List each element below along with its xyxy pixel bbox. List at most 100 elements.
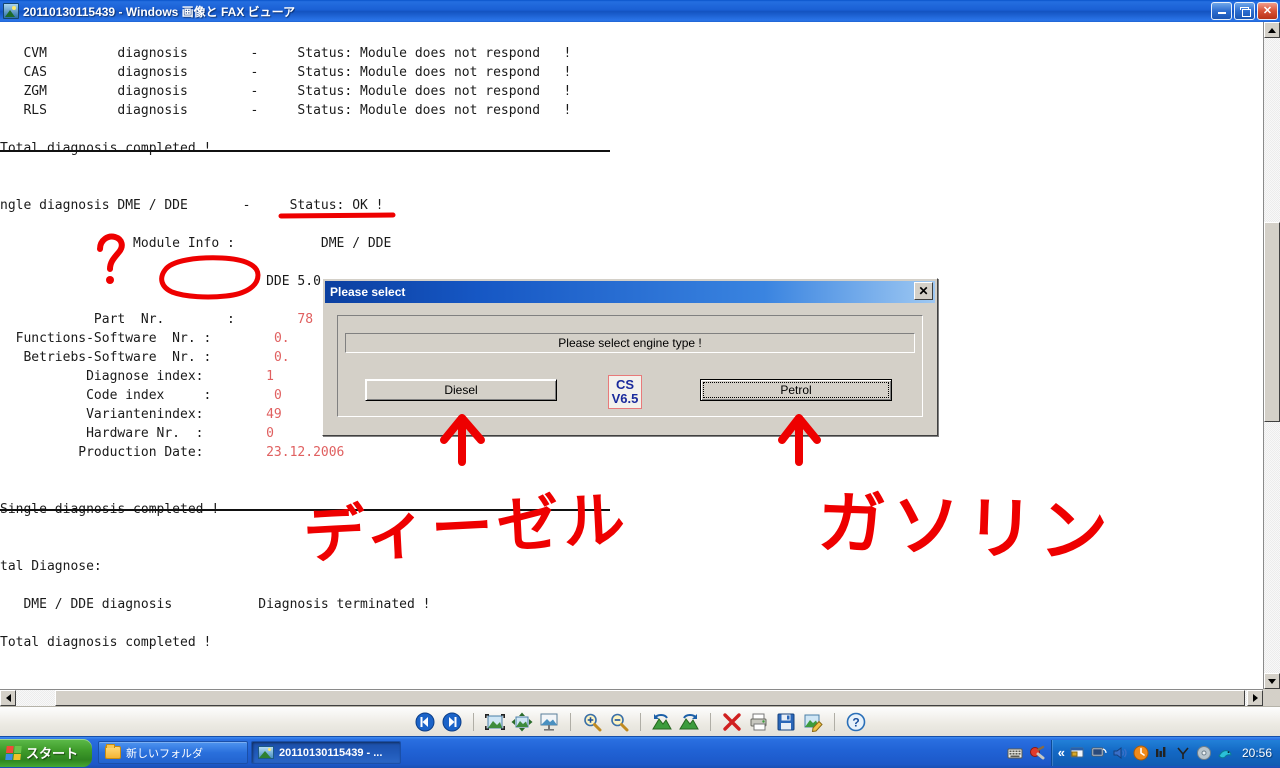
zoom-in-button[interactable] — [580, 710, 604, 734]
cs-logo-line2: V6.5 — [611, 391, 639, 406]
report-line: Total diagnosis completed ! — [0, 141, 212, 156]
report-value: 49 — [266, 407, 282, 422]
rotate-counterclockwise-button[interactable] — [650, 710, 674, 734]
report-line — [0, 158, 571, 177]
report-line — [0, 576, 571, 595]
best-fit-button[interactable] — [483, 710, 507, 734]
actual-size-button[interactable] — [510, 710, 534, 734]
please-select-dialog: Please select ✕ Please select engine typ… — [322, 278, 938, 436]
taskbar-item-folder[interactable]: 新しいフォルダ — [98, 741, 249, 764]
dialog-close-icon[interactable]: ✕ — [914, 282, 933, 300]
horizontal-scroll-thumb[interactable] — [55, 690, 1245, 706]
toolbar-separator — [569, 712, 571, 731]
start-button[interactable]: スタート — [0, 738, 93, 767]
restore-button[interactable] — [1234, 2, 1255, 20]
report-line: CAS diagnosis - Status: Module does not … — [0, 65, 572, 80]
next-image-button[interactable] — [440, 710, 464, 734]
close-button[interactable]: ✕ — [1257, 2, 1278, 20]
disc-icon[interactable] — [1196, 745, 1212, 761]
focus-ring — [703, 382, 889, 398]
report-value: 1 — [266, 369, 274, 384]
diesel-button-label: Diesel — [444, 383, 478, 397]
scroll-left-button[interactable] — [0, 690, 16, 706]
previous-image-button[interactable] — [413, 710, 437, 734]
scroll-down-button[interactable] — [1264, 673, 1280, 689]
dialog-title-bar[interactable]: Please select ✕ — [325, 281, 935, 303]
delete-button[interactable] — [720, 710, 744, 734]
diesel-japanese-annotation: ディーゼル — [301, 482, 631, 573]
tray-expand-button[interactable]: « — [1058, 745, 1065, 760]
report-line: Production Date: 23.12.2006 — [0, 445, 345, 460]
svg-text:?: ? — [852, 715, 859, 729]
report-line: RLS diagnosis - Status: Module does not … — [0, 103, 572, 118]
report-value: 78 — [297, 312, 314, 327]
print-button[interactable] — [747, 710, 771, 734]
viewer-toolbar: ? — [0, 706, 1280, 736]
edit-image-button[interactable] — [801, 710, 825, 734]
save-as-button[interactable] — [774, 710, 798, 734]
report-line: Module Info : DME / DDE — [0, 236, 392, 251]
toolbar-separator — [472, 712, 474, 731]
horizontal-scrollbar[interactable] — [0, 689, 1263, 706]
start-button-label: スタート — [26, 746, 79, 761]
report-value: 0. — [273, 350, 290, 365]
petrol-button[interactable]: Petrol — [700, 379, 892, 401]
windows-flag-icon — [5, 745, 22, 760]
tray-quick-icons — [1007, 745, 1051, 761]
report-line: ngle diagnosis DME / DDE - Status: OK ! — [0, 198, 384, 213]
folder-icon — [105, 744, 122, 759]
vertical-scrollbar[interactable] — [1263, 22, 1280, 689]
dialog-title: Please select — [330, 285, 406, 299]
picture-and-fax-viewer-window: 20110130115439 - Windows 画像と FAX ビューア ✕ … — [0, 0, 1280, 736]
report-divider-top — [0, 150, 610, 152]
ime-tool-icon[interactable] — [1029, 745, 1045, 761]
picture-icon — [258, 746, 275, 759]
security-icon[interactable] — [1070, 745, 1086, 761]
report-line: CVM diagnosis - Status: Module does not … — [0, 46, 572, 61]
toolbar-separator — [833, 712, 835, 731]
scroll-right-button[interactable] — [1247, 690, 1263, 706]
window-title-bar[interactable]: 20110130115439 - Windows 画像と FAX ビューア ✕ — [0, 0, 1280, 22]
toolbar-separator — [639, 712, 641, 731]
petrol-japanese-annotation: ガソリン — [816, 483, 1116, 574]
windows-taskbar: スタート 新しいフォルダ 20110130115439 - ... « 20:5… — [0, 736, 1280, 768]
report-line — [0, 177, 571, 196]
bird-icon[interactable] — [1217, 745, 1233, 761]
report-value: 0 — [273, 388, 282, 403]
update-icon[interactable] — [1133, 745, 1149, 761]
taskbar-item-label: 新しいフォルダ — [126, 747, 204, 760]
zoom-out-button[interactable] — [607, 710, 631, 734]
diesel-button[interactable]: Diesel — [365, 379, 557, 401]
window-controls: ✕ — [1211, 2, 1278, 20]
keyboard-ime-icon[interactable] — [1007, 745, 1023, 761]
vertical-scroll-thumb[interactable] — [1264, 222, 1280, 422]
network-icon[interactable] — [1091, 745, 1107, 761]
report-line — [0, 253, 571, 272]
report-line: Total diagnosis completed ! — [0, 635, 212, 650]
cs-version-logo: CS V6.5 — [608, 375, 642, 409]
report-line — [0, 120, 571, 139]
taskbar-clock[interactable]: 20:56 — [1242, 746, 1272, 760]
report-line — [0, 614, 571, 633]
system-tray: « 20:56 — [1050, 739, 1280, 766]
report-value: 0. — [273, 331, 290, 346]
window-title: 20110130115439 - Windows 画像と FAX ビューア — [23, 4, 296, 19]
taskbar-item-viewer[interactable]: 20110130115439 - ... — [251, 741, 402, 764]
report-value: 0 — [266, 426, 274, 441]
report-value: 23.12.2006 — [266, 445, 345, 460]
monitor-icon[interactable] — [1154, 745, 1170, 761]
volume-icon[interactable] — [1112, 745, 1128, 761]
scroll-up-button[interactable] — [1264, 22, 1280, 38]
report-line — [0, 215, 571, 234]
report-line: DME / DDE diagnosis Diagnosis terminated… — [0, 597, 431, 612]
image-view-canvas[interactable]: CVM diagnosis - Status: Module does not … — [0, 22, 1280, 706]
start-slideshow-button[interactable] — [537, 710, 561, 734]
rotate-clockwise-button[interactable] — [677, 710, 701, 734]
taskbar-item-label: 20110130115439 - ... — [279, 746, 383, 759]
wireless-icon[interactable] — [1175, 745, 1191, 761]
minimize-button[interactable] — [1211, 2, 1232, 20]
help-button[interactable]: ? — [844, 710, 868, 734]
toolbar-separator — [709, 712, 711, 731]
report-line: ZGM diagnosis - Status: Module does not … — [0, 84, 572, 99]
picture-icon — [3, 3, 19, 19]
